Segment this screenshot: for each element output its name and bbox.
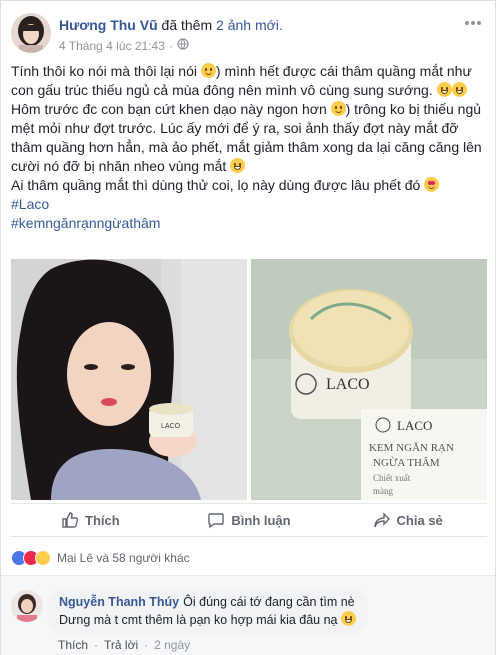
meta-dot: · bbox=[168, 38, 173, 53]
post-meta: 4 Tháng 4 lúc 21:43 · bbox=[59, 38, 189, 53]
share-icon bbox=[373, 512, 390, 528]
hashtag-kem[interactable]: #kemngănrạnngừathâm bbox=[11, 214, 487, 233]
post-paragraph-2: Hôm trước đc con bạn cứt khen dạo này ng… bbox=[11, 101, 482, 174]
reaction-icons bbox=[11, 550, 51, 566]
photo-girl-with-jar[interactable]: LACO bbox=[11, 259, 247, 500]
comment-time[interactable]: 2 ngày bbox=[154, 638, 190, 652]
share-label: Chia sẻ bbox=[396, 512, 443, 528]
smile-emoji-icon bbox=[200, 63, 216, 78]
photo-grid: LACO LACO LACO KEM NGĂN RẠN NGỪA THÂM Ch… bbox=[11, 259, 487, 500]
grin-emoji-icon bbox=[436, 82, 452, 97]
comment-button[interactable]: Bình luận bbox=[170, 504, 329, 536]
commenter-avatar[interactable] bbox=[11, 590, 43, 622]
more-icon[interactable] bbox=[463, 17, 483, 31]
hashtag-laco[interactable]: #Laco bbox=[11, 195, 487, 214]
comment-line-2: Dưng mà t cmt thêm là pạn ko hợp mái kia… bbox=[59, 613, 338, 627]
author-avatar[interactable] bbox=[11, 13, 51, 53]
comment-bubble: Nguyễn Thanh Thúy Ôi đúng cái tớ đang cần… bbox=[47, 588, 368, 635]
right-box-text-1: KEM NGĂN RẠN bbox=[369, 442, 454, 454]
comment-label: Bình luận bbox=[231, 512, 291, 528]
tongue-emoji-icon bbox=[230, 158, 246, 173]
smile-emoji-icon bbox=[330, 101, 346, 116]
post-timestamp[interactable]: 4 Tháng 4 lúc 21:43 bbox=[59, 39, 165, 53]
right-box-label: LACO bbox=[397, 418, 432, 433]
grin-emoji-icon bbox=[451, 82, 467, 97]
post-paragraph-3: Ai thâm quầng mắt thì dùng thử coi, lọ n… bbox=[11, 176, 487, 195]
grin-emoji-icon bbox=[341, 611, 356, 626]
right-box-text-2: NGỪA THÂM bbox=[373, 457, 440, 469]
comment-reply-link[interactable]: Trả lời bbox=[104, 638, 138, 652]
comment-dot: · bbox=[144, 638, 149, 652]
reaction-summary[interactable]: Mai Lê và 58 người khác bbox=[11, 548, 190, 568]
comment-like-link[interactable]: Thích bbox=[58, 638, 88, 652]
like-button[interactable]: Thích bbox=[11, 504, 170, 536]
post-header: Hương Thu Vũ đã thêm 2 ảnh mới. 4 Tháng … bbox=[11, 13, 487, 57]
reaction-count-text[interactable]: Mai Lê và 58 người khác bbox=[57, 551, 190, 565]
left-jar-label: LACO bbox=[161, 423, 181, 430]
heart-eyes-emoji-icon bbox=[424, 177, 440, 192]
haha-reaction-icon bbox=[35, 550, 51, 566]
right-box-text-3: Chiết xuất bbox=[373, 473, 411, 483]
thumbs-up-icon bbox=[62, 512, 79, 528]
photo-product-jar[interactable]: LACO LACO KEM NGĂN RẠN NGỪA THÂM Chiết x… bbox=[251, 259, 487, 500]
comment-line-1: Ôi đúng cái tớ đang cần tìm nè bbox=[183, 595, 355, 609]
action-text: đã thêm bbox=[157, 17, 217, 33]
share-button[interactable]: Chia sẻ bbox=[328, 504, 487, 536]
photos-link[interactable]: 2 ảnh mới. bbox=[216, 17, 283, 33]
comments-area: Nguyễn Thanh Thúy Ôi đúng cái tớ đang cần… bbox=[1, 575, 495, 655]
comment-actions: Thích · Trả lời · 2 ngày bbox=[58, 638, 190, 652]
commenter-name[interactable]: Nguyễn Thanh Thúy bbox=[59, 595, 179, 609]
post-actions: Thích Bình luận Chia sẻ bbox=[11, 503, 487, 537]
post-paragraph-1: Tính thôi ko nói mà thôi lại nói ) mình … bbox=[11, 63, 472, 98]
like-label: Thích bbox=[85, 512, 120, 528]
author-name[interactable]: Hương Thu Vũ bbox=[59, 17, 158, 33]
right-box-text-4: màng bbox=[373, 486, 393, 496]
globe-icon[interactable] bbox=[177, 38, 189, 53]
right-jar-label: LACO bbox=[326, 376, 370, 393]
comment-icon bbox=[208, 513, 225, 529]
author-line: Hương Thu Vũ đã thêm 2 ảnh mới. bbox=[59, 17, 283, 33]
post-card: Hương Thu Vũ đã thêm 2 ảnh mới. 4 Tháng … bbox=[0, 0, 496, 655]
comment-dot: · bbox=[94, 638, 99, 652]
post-text: Tính thôi ko nói mà thôi lại nói ) mình … bbox=[11, 62, 487, 233]
